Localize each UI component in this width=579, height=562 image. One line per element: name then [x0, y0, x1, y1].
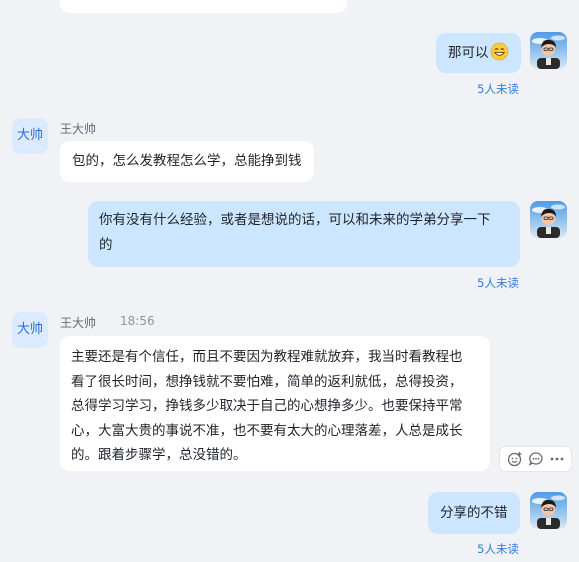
- message-text-line: 看了很长时间，想挣钱就不要怕难，简单的返利就低，总得投资，: [71, 373, 463, 390]
- my-avatar[interactable]: [530, 32, 567, 69]
- message-hover-toolbar: [499, 446, 572, 472]
- sender-name: 王大帅: [60, 316, 97, 330]
- message-bubble-mine[interactable]: 分享的不错: [428, 492, 520, 534]
- my-avatar[interactable]: [530, 492, 567, 529]
- message-text-line: 的: [99, 237, 113, 253]
- message-text-line: 心，大富大贵的事说不准，也不要有太大的心理落差，人总是成长: [71, 422, 463, 439]
- previous-message-bubble: [60, 0, 347, 13]
- emoji-reaction-icon[interactable]: [506, 450, 524, 468]
- sender-avatar[interactable]: 大帅: [12, 312, 48, 348]
- my-avatar[interactable]: [530, 201, 567, 238]
- message-bubble-mine[interactable]: 那可以: [436, 33, 521, 73]
- sender-avatar[interactable]: 大帅: [12, 118, 48, 154]
- read-status[interactable]: 5人未读: [477, 541, 519, 557]
- message-time: 18:56: [120, 314, 155, 328]
- message-text-line: 总得学习学习，挣钱多少取决于自己的心想挣多少。也要保持平常: [71, 398, 463, 414]
- more-icon[interactable]: [548, 450, 566, 468]
- message-bubble-mine[interactable]: 你有没有什么经验，或者是想说的话，可以和未来的学弟分享一下 的: [88, 201, 520, 267]
- sender-name: 王大帅: [60, 122, 97, 136]
- read-status[interactable]: 5人未读: [477, 81, 519, 97]
- message-text-line: 你有没有什么经验，或者是想说的话，可以和未来的学弟分享一下: [99, 212, 491, 228]
- message-text-line: 的。跟着步骤学，总没错的。: [71, 447, 247, 463]
- comment-icon[interactable]: [527, 450, 545, 468]
- message-bubble-other[interactable]: 主要还是有个信任，而且不要因为教程难就放弃，我当时看教程也 看了很长时间，想挣钱…: [60, 336, 490, 471]
- grinning-emoji-icon: [490, 42, 509, 61]
- message-text: 那可以: [448, 45, 489, 61]
- message-text: 包的，怎么发教程怎么学，总能挣到钱: [72, 153, 302, 169]
- message-bubble-other[interactable]: 包的，怎么发教程怎么学，总能挣到钱: [60, 141, 314, 182]
- message-text: 分享的不错: [440, 505, 508, 521]
- message-text-line: 主要还是有个信任，而且不要因为教程难就放弃，我当时看教程也: [71, 349, 463, 365]
- read-status[interactable]: 5人未读: [477, 275, 519, 291]
